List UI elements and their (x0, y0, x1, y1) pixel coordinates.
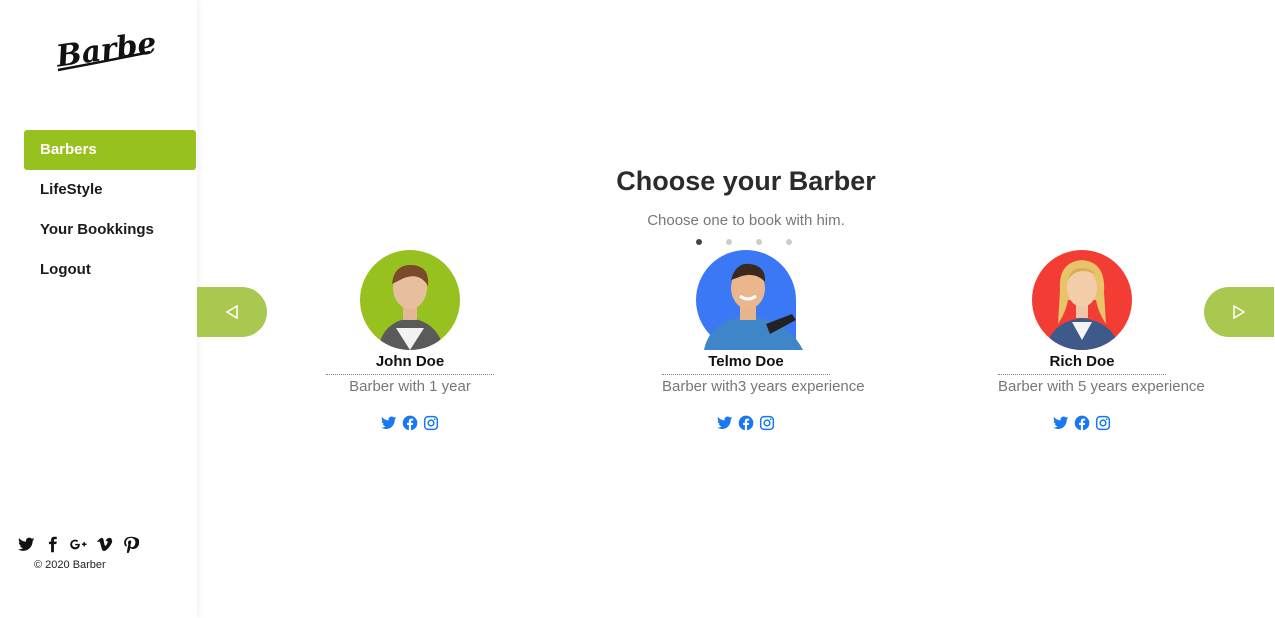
page-subtitle: Choose one to book with him. (647, 212, 845, 229)
facebook-icon[interactable] (402, 415, 418, 431)
carousel-dot[interactable] (756, 239, 762, 245)
carousel-dot[interactable] (696, 239, 702, 245)
barber-description: Barber with 1 year (349, 378, 471, 395)
barber-name: Rich Doe (998, 350, 1166, 375)
barber-name: Telmo Doe (662, 350, 830, 375)
instagram-icon[interactable] (423, 415, 439, 431)
avatar (696, 250, 803, 350)
sidebar: Barber Barbers LifeStyle Your Bookkings … (0, 0, 197, 618)
carousel-pagination (696, 239, 792, 245)
page-title: Choose your Barber (616, 166, 876, 196)
barber-card[interactable]: Telmo Doe Barber with3 years experience (662, 250, 865, 431)
carousel-dot[interactable] (786, 239, 792, 245)
sidebar-item-bookings[interactable]: Your Bookkings (24, 210, 196, 250)
avatar (1032, 250, 1132, 350)
instagram-icon[interactable] (1095, 415, 1111, 431)
facebook-icon[interactable] (738, 415, 754, 431)
facebook-icon[interactable] (44, 535, 61, 553)
pinterest-icon[interactable] (122, 535, 139, 553)
sidebar-social-links (18, 535, 139, 553)
sidebar-nav: Barbers LifeStyle Your Bookkings Logout (24, 130, 196, 290)
barber-name: John Doe (326, 350, 494, 375)
instagram-icon[interactable] (759, 415, 775, 431)
barber-social-links (326, 415, 494, 431)
carousel-dot[interactable] (726, 239, 732, 245)
barber-social-links (998, 415, 1166, 431)
barber-card[interactable]: John Doe Barber with 1 year (326, 250, 494, 431)
carousel-next-button[interactable] (1204, 287, 1274, 337)
chevron-right-icon (1233, 304, 1246, 320)
twitter-icon[interactable] (381, 415, 397, 431)
copyright-text: © 2020 Barber (34, 559, 106, 571)
vimeo-icon[interactable] (96, 535, 113, 553)
twitter-icon[interactable] (18, 535, 35, 553)
barber-logo[interactable]: Barber (52, 24, 156, 76)
avatar (360, 250, 460, 350)
sidebar-item-lifestyle[interactable]: LifeStyle (24, 170, 196, 210)
chevron-left-icon (225, 304, 238, 320)
barber-social-links (662, 415, 830, 431)
barber-description: Barber with 5 years experience (998, 378, 1205, 395)
barber-photo (704, 263, 803, 350)
carousel-prev-button[interactable] (197, 287, 267, 337)
sidebar-item-barbers[interactable]: Barbers (24, 130, 196, 170)
twitter-icon[interactable] (1053, 415, 1069, 431)
facebook-icon[interactable] (1074, 415, 1090, 431)
twitter-icon[interactable] (717, 415, 733, 431)
barber-photo (378, 264, 444, 350)
google-plus-icon[interactable] (70, 535, 87, 553)
barber-description: Barber with3 years experience (662, 378, 865, 395)
sidebar-item-logout[interactable]: Logout (24, 250, 196, 290)
barber-photo (1046, 260, 1120, 350)
barber-card[interactable]: Rich Doe Barber with 5 years experience (998, 250, 1205, 431)
